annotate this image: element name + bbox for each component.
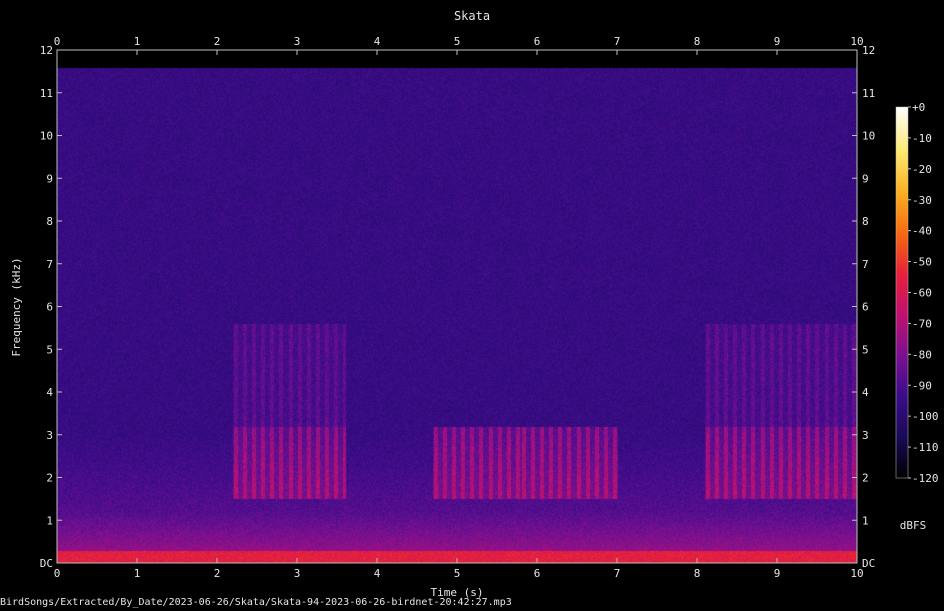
spectrogram-image — [57, 50, 857, 563]
y-tick-label-left: DC — [40, 557, 53, 570]
colorbar-tick-label: -110 — [912, 441, 939, 454]
x-tick-label-top: 4 — [374, 35, 381, 48]
x-tick-label-bottom: 4 — [374, 567, 381, 580]
colorbar-tick-label: -20 — [912, 163, 932, 176]
colorbar-label: dBFS — [900, 519, 927, 532]
y-tick-label-left: 1 — [46, 514, 53, 527]
colorbar-tick-label: -90 — [912, 379, 932, 392]
y-tick-label-left: 7 — [46, 258, 53, 271]
y-tick-label-right: 4 — [862, 386, 869, 399]
colorbar-tick-label: -60 — [912, 287, 932, 300]
colorbar-gradient — [895, 106, 909, 479]
spectrogram-image-holder — [57, 50, 857, 563]
colorbar-tick-label: +0 — [912, 101, 925, 114]
y-tick-label-left: 2 — [46, 472, 53, 485]
colorbar-tick-label: -70 — [912, 317, 932, 330]
x-tick-label-top: 6 — [534, 35, 541, 48]
x-tick-label-top: 7 — [614, 35, 621, 48]
spectrogram-chart: Skata 0 1 2 3 4 5 6 7 8 9 10 0 1 2 3 4 5 6 7 8 9 10 DC123456… — [10, 9, 939, 599]
y-tick-label-left: 8 — [46, 215, 53, 228]
y-tick-label-left: 3 — [46, 429, 53, 442]
y-tick-label-right: 8 — [862, 215, 869, 228]
colorbar: +0 -10 -20 -30 -40 -50 -60 -70 -80 -90 -100 -110 -12… — [895, 101, 939, 532]
y-tick-label-left: 5 — [46, 343, 53, 356]
x-tick-label-bottom: 2 — [214, 567, 221, 580]
y-tick-label-right: 1 — [862, 514, 869, 527]
x-tick-label-bottom: 1 — [134, 567, 141, 580]
y-tick-label-left: 10 — [40, 130, 53, 143]
colorbar-tick-label: -30 — [912, 194, 932, 207]
colorbar-tick-label: -80 — [912, 348, 932, 361]
colorbar-tick-label: -120 — [912, 472, 939, 485]
y-tick-label-left: 6 — [46, 301, 53, 314]
y-tick-label-right: 12 — [862, 44, 875, 57]
x-tick-label-bottom: 3 — [294, 567, 301, 580]
y-tick-label-right: 2 — [862, 472, 869, 485]
x-tick-label-top: 1 — [134, 35, 141, 48]
y-tick-label-right: 7 — [862, 258, 869, 271]
y-tick-label-left: 11 — [40, 87, 53, 100]
x-tick-label-bottom: 7 — [614, 567, 621, 580]
x-tick-label-bottom: 9 — [774, 567, 781, 580]
x-tick-label-top: 2 — [214, 35, 221, 48]
y-tick-label-right: 5 — [862, 343, 869, 356]
x-tick-label-bottom: 5 — [454, 567, 461, 580]
spectrogram-plot-area — [56, 49, 858, 564]
x-tick-label-bottom: 0 — [54, 567, 61, 580]
x-tick-label-top: 3 — [294, 35, 301, 48]
y-tick-label-right: DC — [862, 557, 875, 570]
y-tick-label-right: 3 — [862, 429, 869, 442]
colorbar-tick-label: -50 — [912, 256, 932, 269]
y-tick-label-left: 12 — [40, 44, 53, 57]
x-tick-label-bottom: 6 — [534, 567, 541, 580]
y-tick-label-right: 10 — [862, 130, 875, 143]
x-tick-label-top: 5 — [454, 35, 461, 48]
y-tick-label-left: 9 — [46, 172, 53, 185]
y-tick-label-right: 11 — [862, 87, 875, 100]
colorbar-tick-label: -100 — [912, 410, 939, 423]
x-tick-label-top: 9 — [774, 35, 781, 48]
x-tick-label-top: 0 — [54, 35, 61, 48]
x-tick-label-top: 8 — [694, 35, 701, 48]
y-tick-label-right: 6 — [862, 301, 869, 314]
x-tick-label-bottom: 8 — [694, 567, 701, 580]
y-tick-label-right: 9 — [862, 172, 869, 185]
y-axis-label: Frequency (kHz) — [10, 257, 23, 356]
colorbar-tick-label: -40 — [912, 225, 932, 238]
file-path-caption: BirdSongs/Extracted/By_Date/2023-06-26/S… — [0, 597, 512, 608]
y-tick-label-left: 4 — [46, 386, 53, 399]
chart-title: Skata — [454, 9, 490, 23]
colorbar-tick-label: -10 — [912, 132, 932, 145]
